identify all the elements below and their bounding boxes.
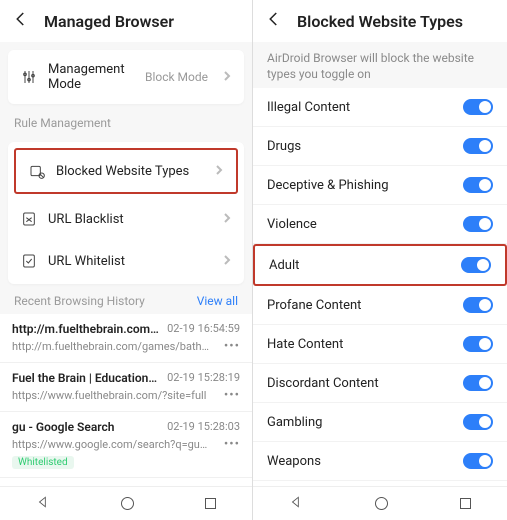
toggle-row[interactable]: Illegal Content [253, 88, 507, 127]
history-url: https://www.fuelthebrain.com/?site=full [12, 389, 218, 402]
chevron-right-icon [222, 70, 232, 85]
toggle-row[interactable]: Adult [253, 244, 507, 286]
toggle-switch[interactable] [463, 414, 493, 430]
nav-back-icon[interactable] [289, 495, 303, 513]
toggle-label: Deceptive & Phishing [267, 178, 389, 193]
toggle-switch[interactable] [463, 216, 493, 232]
history-item[interactable]: gu - Google Search 02-19 15:28:03 https://… [0, 412, 252, 478]
header: Blocked Website Types [253, 0, 507, 42]
more-icon[interactable]: ••• [218, 339, 240, 354]
settings-value: Block Mode [145, 70, 208, 84]
chevron-right-icon [214, 164, 224, 179]
history-header: Recent Browsing History View all [0, 284, 252, 314]
toggle-label: Illegal Content [267, 100, 350, 115]
back-icon[interactable] [265, 10, 283, 32]
page-title: Managed Browser [44, 12, 174, 31]
rule-url-whitelist[interactable]: URL Whitelist [8, 240, 244, 282]
toggle-switch[interactable] [463, 375, 493, 391]
back-icon[interactable] [12, 10, 30, 32]
rule-url-blacklist[interactable]: URL Blacklist [8, 198, 244, 240]
history-time: 02-19 15:28:19 [167, 371, 240, 384]
rule-label: URL Whitelist [48, 254, 212, 269]
toggle-label: Adult [269, 258, 299, 273]
page-title: Blocked Website Types [297, 12, 463, 31]
toggle-switch[interactable] [463, 336, 493, 352]
history-title: Fuel the Brain | Educational Ga… [12, 371, 161, 385]
blocked-types-pane: Blocked Website Types AirDroid Browser w… [253, 0, 507, 520]
chevron-right-icon [222, 212, 232, 227]
history-time: 02-19 15:28:03 [167, 420, 240, 433]
management-mode-card[interactable]: Management Mode Block Mode [8, 50, 244, 104]
nav-back-icon[interactable] [36, 495, 50, 513]
nav-recent-icon[interactable] [460, 498, 471, 509]
history-title: gu - Google Search [12, 420, 161, 434]
toggle-row[interactable]: Deceptive & Phishing [253, 166, 507, 205]
nav-home-icon[interactable] [121, 497, 134, 510]
rule-blocked-types[interactable]: Blocked Website Types [14, 148, 238, 194]
toggle-switch[interactable] [463, 297, 493, 313]
toggle-label: Hate Content [267, 337, 343, 352]
toggle-row[interactable]: Profane Content [253, 286, 507, 325]
toggle-row[interactable]: Hate Content [253, 325, 507, 364]
toggle-switch[interactable] [463, 99, 493, 115]
history-time: 02-19 16:54:59 [167, 322, 240, 335]
toggle-row[interactable]: Weapons [253, 442, 507, 481]
blacklist-icon [20, 210, 38, 228]
nav-recent-icon[interactable] [205, 498, 216, 509]
history-url: http://m.fuelthebrain.com/games/bath… [12, 340, 218, 353]
toggle-switch[interactable] [461, 257, 491, 273]
history-title: http://m.fuelthebrain.com/gam… [12, 322, 161, 336]
toggle-label: Weapons [267, 454, 321, 469]
managed-browser-pane: Managed Browser Management Mode Block Mo… [0, 0, 253, 520]
more-icon[interactable]: ••• [218, 437, 240, 452]
history-item[interactable]: Fuel the Brain | Educational Ga… 02-19 15… [0, 363, 252, 412]
toggle-switch[interactable] [463, 453, 493, 469]
more-icon[interactable]: ••• [218, 388, 240, 403]
rule-list: Blocked Website Types URL Blacklist URL … [8, 142, 244, 284]
toggle-row[interactable]: Violence [253, 205, 507, 244]
nav-home-icon[interactable] [375, 497, 388, 510]
toggle-label: Gambling [267, 415, 322, 430]
subtext: AirDroid Browser will block the website … [253, 42, 507, 88]
whitelisted-badge: Whitelisted [12, 456, 74, 469]
history-url: https://www.google.com/search?q=gu… [12, 438, 218, 451]
toggle-switch[interactable] [463, 138, 493, 154]
android-navbar [0, 486, 252, 520]
toggle-switch[interactable] [463, 177, 493, 193]
blocked-types-icon [28, 162, 46, 180]
settings-label: Management Mode [48, 62, 135, 92]
toggle-label: Discordant Content [267, 376, 379, 391]
rule-label: URL Blacklist [48, 212, 212, 227]
view-all-link[interactable]: View all [197, 294, 238, 308]
toggle-label: Drugs [267, 139, 301, 154]
sliders-icon [20, 68, 38, 86]
toggle-row[interactable]: Gambling [253, 403, 507, 442]
toggle-label: Violence [267, 217, 317, 232]
android-navbar [253, 486, 507, 520]
toggle-label: Profane Content [267, 298, 361, 313]
toggle-row[interactable]: Drugs [253, 127, 507, 166]
history-label: Recent Browsing History [14, 294, 145, 308]
toggle-list: Illegal Content Drugs Deceptive & Phishing… [253, 88, 507, 520]
header: Managed Browser [0, 0, 252, 42]
toggle-row[interactable]: Discordant Content [253, 364, 507, 403]
history-item[interactable]: http://m.fuelthebrain.com/gam… 02-19 16:5… [0, 314, 252, 363]
section-title: Rule Management [0, 104, 252, 134]
chevron-right-icon [222, 254, 232, 269]
whitelist-icon [20, 252, 38, 270]
rule-label: Blocked Website Types [56, 164, 204, 179]
